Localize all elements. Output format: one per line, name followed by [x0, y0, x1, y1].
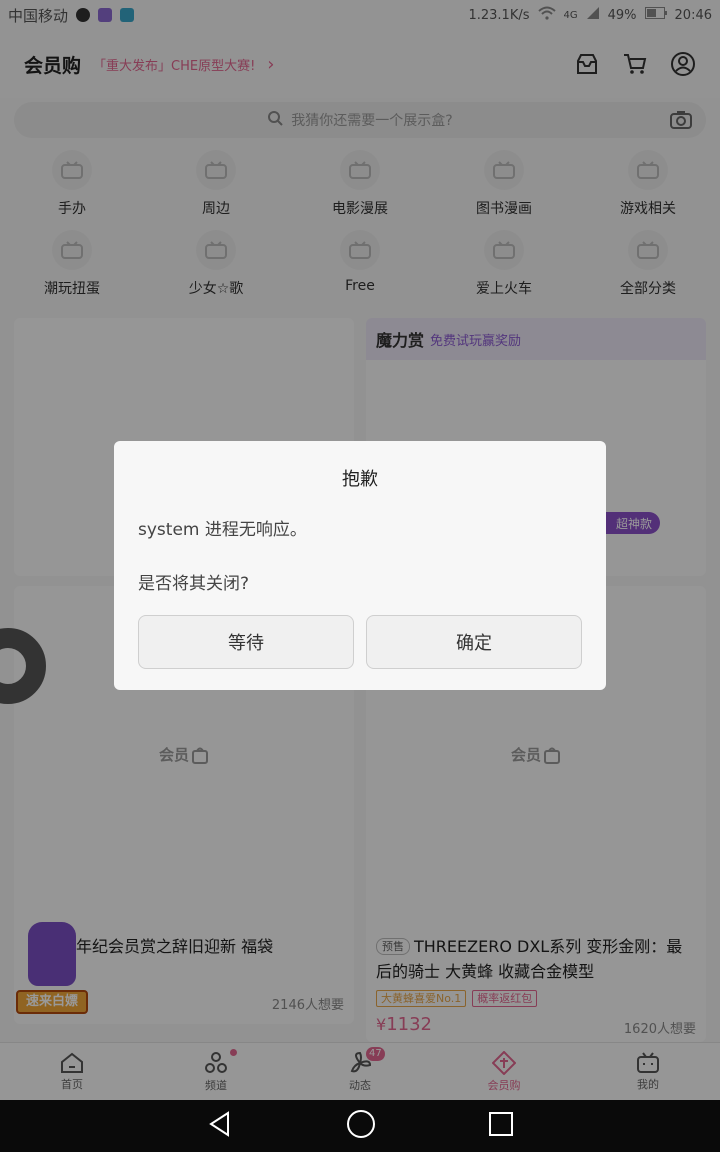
home-circle-icon[interactable]: [346, 1109, 376, 1143]
not-responding-dialog: 抱歉 system 进程无响应。 是否将其关闭? 等待 确定: [114, 441, 606, 690]
ok-button[interactable]: 确定: [366, 615, 582, 669]
dialog-title: 抱歉: [342, 469, 378, 490]
dialog-message: system 进程无响应。: [138, 520, 307, 540]
recents-icon[interactable]: [488, 1111, 514, 1141]
back-icon[interactable]: [206, 1110, 234, 1142]
system-nav-bar: [0, 1100, 720, 1152]
dialog-question: 是否将其关闭?: [138, 574, 250, 594]
wait-button[interactable]: 等待: [138, 615, 354, 669]
